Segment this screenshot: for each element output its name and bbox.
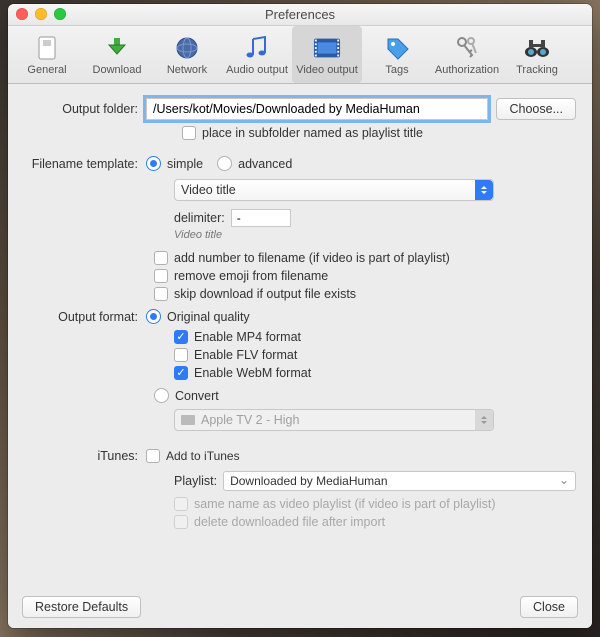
content-pane: Output folder: Choose... place in subfol… (8, 84, 592, 586)
download-icon (103, 34, 131, 62)
filename-template-label: Filename template: (24, 157, 146, 171)
keys-icon (453, 34, 481, 62)
tab-tracking[interactable]: Tracking (502, 26, 572, 83)
remove-emoji-checkbox[interactable] (154, 269, 168, 283)
tab-video-output[interactable]: Video output (292, 26, 362, 83)
titlebar: Preferences (8, 4, 592, 26)
globe-icon (173, 34, 201, 62)
tab-authorization[interactable]: Authorization (432, 26, 502, 83)
tab-audio-output[interactable]: Audio output (222, 26, 292, 83)
delete-after-checkbox (174, 515, 188, 529)
same-name-checkbox (174, 497, 188, 511)
filename-template-select[interactable]: Video title (174, 179, 494, 201)
minimize-window-icon[interactable] (35, 8, 47, 20)
itunes-label: iTunes: (24, 449, 146, 463)
tab-general[interactable]: General (12, 26, 82, 83)
enable-flv-checkbox[interactable] (174, 348, 188, 362)
binoculars-icon (523, 34, 551, 62)
footer: Restore Defaults Close (8, 586, 592, 628)
film-icon (313, 34, 341, 62)
output-folder-label: Output folder: (24, 102, 146, 116)
chevron-updown-icon (475, 410, 493, 430)
output-folder-input[interactable] (146, 98, 488, 120)
switch-icon (33, 34, 61, 62)
add-number-checkbox[interactable] (154, 251, 168, 265)
appletv-icon (181, 415, 195, 425)
zoom-window-icon[interactable] (54, 8, 66, 20)
enable-webm-checkbox[interactable] (174, 366, 188, 380)
toolbar: General Download Network Audio output Vi… (8, 26, 592, 84)
playlist-label: Playlist: (174, 474, 217, 488)
subfolder-label: place in subfolder named as playlist tit… (202, 126, 423, 140)
restore-defaults-button[interactable]: Restore Defaults (22, 596, 141, 618)
close-window-icon[interactable] (16, 8, 28, 20)
itunes-playlist-combo[interactable]: Downloaded by MediaHuman (223, 471, 576, 491)
template-advanced-radio[interactable]: advanced (217, 156, 292, 171)
window-controls (16, 8, 66, 20)
tab-network[interactable]: Network (152, 26, 222, 83)
skip-existing-checkbox[interactable] (154, 287, 168, 301)
delimiter-label: delimiter: (174, 211, 225, 225)
tab-download[interactable]: Download (82, 26, 152, 83)
convert-radio[interactable]: Convert (154, 388, 219, 403)
template-simple-radio[interactable]: simple (146, 156, 203, 171)
music-note-icon (243, 34, 271, 62)
original-quality-radio[interactable]: Original quality (146, 309, 250, 324)
filename-preview: Video title (174, 229, 576, 241)
preferences-window: Preferences General Download Network Aud… (8, 4, 592, 628)
tag-icon (383, 34, 411, 62)
subfolder-checkbox[interactable] (182, 126, 196, 140)
delimiter-input[interactable] (231, 209, 291, 227)
chevron-updown-icon (475, 180, 493, 200)
add-itunes-checkbox[interactable] (146, 449, 160, 463)
choose-button[interactable]: Choose... (496, 98, 576, 120)
tab-tags[interactable]: Tags (362, 26, 432, 83)
enable-mp4-checkbox[interactable] (174, 330, 188, 344)
close-button[interactable]: Close (520, 596, 578, 618)
output-format-label: Output format: (24, 310, 146, 324)
window-title: Preferences (265, 7, 335, 22)
convert-preset-select: Apple TV 2 - High (174, 409, 494, 431)
